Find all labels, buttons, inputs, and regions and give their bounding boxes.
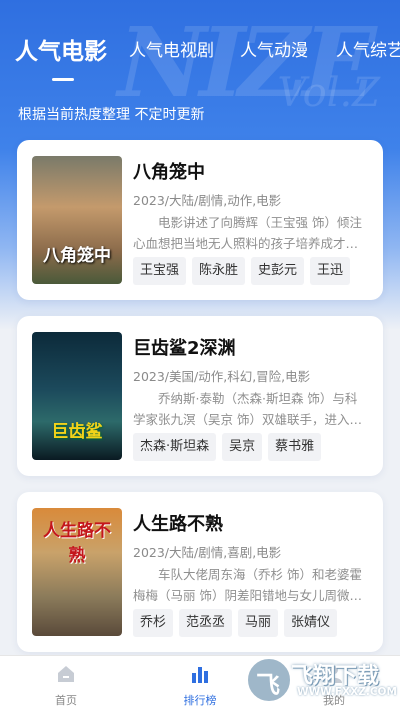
cast-chip[interactable]: 张婧仪	[284, 609, 338, 637]
ranking-icon	[192, 667, 208, 683]
movie-title: 八角笼中	[133, 162, 205, 183]
watermark-url: WWW.FXXZ.COM	[297, 686, 397, 698]
movie-card[interactable]: 八角笼中 八角笼中 2023/大陆/剧情,动作,电影 电影讲述了向腾辉（王宝强 …	[17, 140, 383, 300]
cast-chip[interactable]: 吴京	[222, 433, 263, 461]
home-icon	[58, 666, 74, 682]
movie-description: 乔纳斯·泰勒（杰森·斯坦森 饰）与科学家张九溟（吴京 饰）双雄联手，进入…	[133, 391, 362, 427]
cast-list: 王宝强 陈永胜 史彭元 王迅	[133, 257, 356, 285]
movie-poster: 八角笼中	[32, 156, 122, 284]
tab-variety[interactable]: 人气综艺	[336, 36, 400, 61]
cast-list: 乔杉 范丞丞 马丽 张婧仪	[133, 609, 343, 637]
cast-chip[interactable]: 王宝强	[133, 257, 187, 285]
movie-meta: 2023/大陆/剧情,喜剧,电影	[133, 545, 282, 560]
cast-chip[interactable]: 马丽	[238, 609, 279, 637]
cast-chip[interactable]: 王迅	[310, 257, 351, 285]
movie-meta: 2023/美国/动作,科幻,冒险,电影	[133, 369, 311, 384]
tab-movies[interactable]: 人气电影	[15, 32, 107, 66]
movie-poster: 巨齿鲨	[32, 332, 122, 460]
page-subtitle: 根据当前热度整理 不定时更新	[18, 107, 205, 123]
watermark-icon: 飞	[245, 656, 293, 704]
movie-description: 电影讲述了向腾辉（王宝强 饰）倾注心血想把当地无人照料的孩子培养成才…	[133, 215, 362, 251]
movie-card[interactable]: 巨齿鲨 巨齿鲨2深渊 2023/美国/动作,科幻,冒险,电影 乔纳斯·泰勒（杰森…	[17, 316, 383, 476]
movie-poster: 人生路不熟	[32, 508, 122, 636]
cast-chip[interactable]: 杰森·斯坦森	[133, 433, 217, 461]
active-tab-indicator	[52, 78, 74, 81]
movie-description: 车队大佬周东海（乔杉 饰）和老婆霍梅梅（马丽 饰）阴差阳错地与女儿周微…	[133, 567, 362, 603]
watermark-logo: 飞 飞翔下载 WWW.FXXZ.COM	[243, 652, 397, 704]
tab-anime[interactable]: 人气动漫	[240, 36, 308, 61]
cast-chip[interactable]: 蔡书雅	[268, 433, 322, 461]
cast-chip[interactable]: 范丞丞	[179, 609, 233, 637]
cast-chip[interactable]: 乔杉	[133, 609, 174, 637]
movie-meta: 2023/大陆/剧情,动作,电影	[133, 193, 282, 208]
nav-ranking[interactable]: 排行榜	[160, 656, 240, 712]
movie-title: 巨齿鲨2深渊	[133, 338, 236, 359]
nav-label: 首页	[55, 694, 77, 707]
tab-tv-series[interactable]: 人气电视剧	[129, 36, 214, 61]
cast-list: 杰森·斯坦森 吴京 蔡书雅	[133, 433, 327, 461]
movie-title: 人生路不熟	[133, 514, 223, 535]
nav-label: 排行榜	[183, 694, 217, 707]
cast-chip[interactable]: 史彭元	[251, 257, 305, 285]
nav-home[interactable]: 首页	[26, 656, 106, 712]
movie-card[interactable]: 人生路不熟 人生路不熟 2023/大陆/剧情,喜剧,电影 车队大佬周东海（乔杉 …	[17, 492, 383, 652]
cast-chip[interactable]: 陈永胜	[192, 257, 246, 285]
